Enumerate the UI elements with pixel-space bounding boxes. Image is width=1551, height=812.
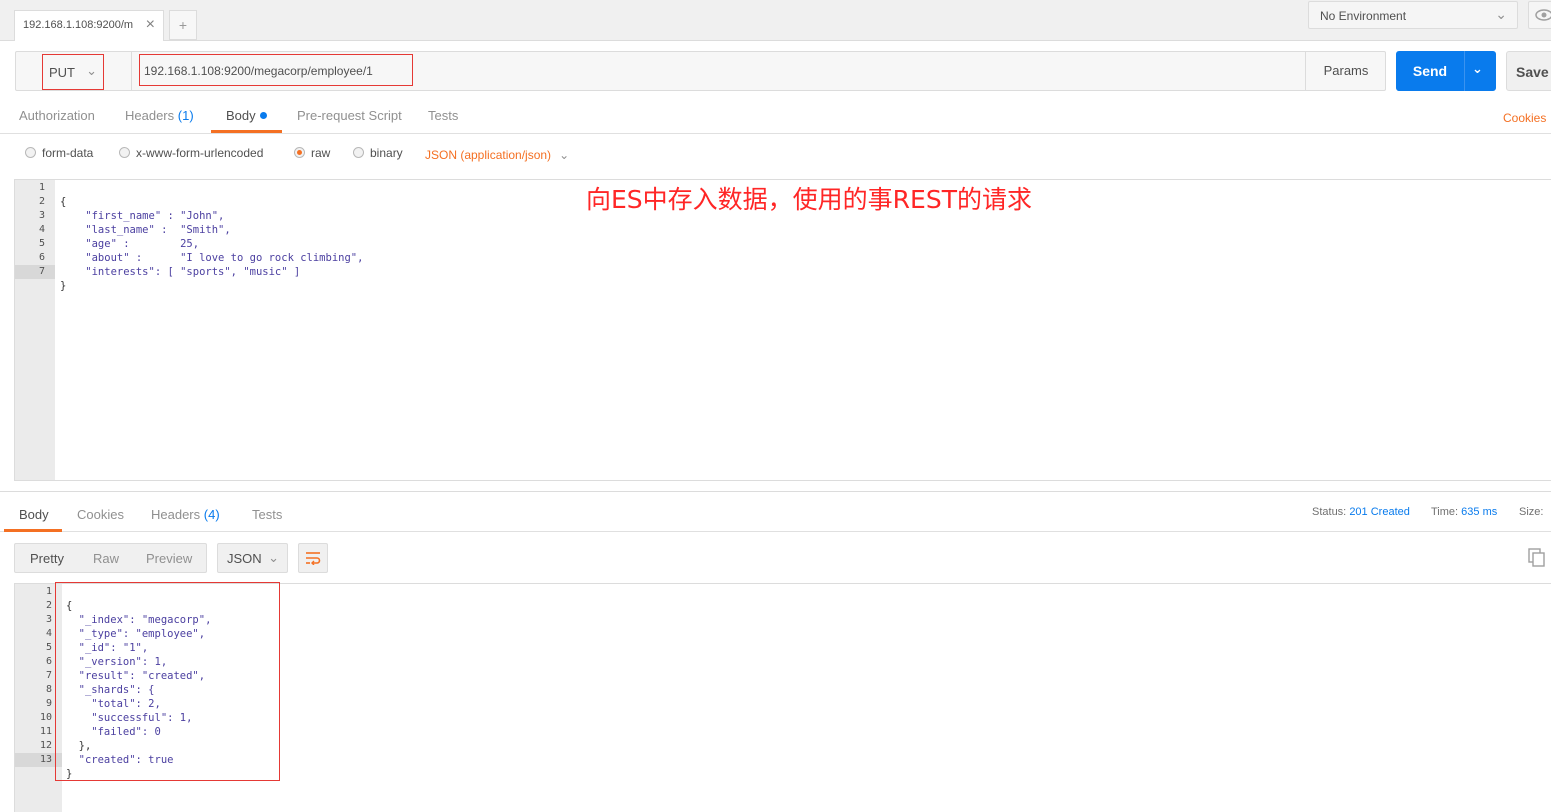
- tab-body-label: Body: [226, 108, 256, 123]
- send-button-label: Send: [1412, 63, 1448, 79]
- eye-icon: [1535, 9, 1551, 21]
- line-number: 4: [38, 224, 45, 235]
- code-line: "interests": [ "sports", "music" ]: [60, 266, 301, 278]
- line-number: 5: [38, 238, 45, 249]
- line-number: 1: [38, 182, 45, 193]
- line-number: 6: [38, 252, 45, 263]
- close-tab-icon[interactable]: ×: [146, 16, 155, 34]
- copy-icon: [1528, 548, 1545, 567]
- active-tab-indicator: [211, 130, 282, 133]
- new-tab-button[interactable]: +: [169, 10, 197, 40]
- line-number: 3: [38, 210, 45, 221]
- response-tabs: Body Cookies Headers (4) Tests Status: 2…: [0, 492, 1551, 532]
- content-type-value: JSON (application/json): [425, 148, 552, 162]
- send-button[interactable]: Send ⌄: [1396, 51, 1496, 91]
- params-button[interactable]: Params: [1305, 52, 1386, 90]
- radio-circle: [119, 147, 130, 158]
- radio-label: x-www-form-urlencoded: [136, 146, 264, 160]
- radio-label: raw: [311, 146, 331, 160]
- response-highlight-box: [55, 582, 280, 781]
- radio-label: binary: [370, 146, 403, 160]
- radio-raw[interactable]: raw: [294, 146, 330, 160]
- environment-quick-look-button[interactable]: [1528, 1, 1551, 29]
- code-line: "about" : "I love to go rock climbing",: [60, 252, 364, 264]
- code-content: { "first_name" : "John", "last_name" : "…: [60, 181, 363, 321]
- tab-headers-count: (1): [177, 108, 194, 123]
- copy-response-button[interactable]: [1528, 548, 1546, 568]
- tab-pre-request-script[interactable]: Pre-request Script: [297, 108, 402, 123]
- response-view-toggle: Pretty Raw Preview: [14, 543, 207, 573]
- divider: [1464, 51, 1465, 91]
- view-preview-button[interactable]: Preview: [146, 551, 192, 566]
- response-format-value: JSON: [227, 551, 262, 566]
- method-select-value: PUT: [49, 65, 75, 80]
- method-select[interactable]: PUT ⌄: [42, 54, 104, 90]
- radio-form-data[interactable]: form-data: [25, 146, 93, 160]
- response-tab-cookies[interactable]: Cookies: [77, 507, 124, 522]
- request-tab[interactable]: 192.168.1.108:9200/m ×: [14, 10, 164, 41]
- line-number-gutter: 1 2 3 4 5 6 7: [15, 180, 55, 480]
- time-label: Time:: [1431, 506, 1459, 518]
- active-tab-indicator: [4, 529, 62, 532]
- code-line: "age" : 25,: [60, 238, 200, 250]
- content-type-select[interactable]: JSON (application/json) ⌄: [425, 148, 569, 162]
- code-line: "last_name" : "Smith",: [60, 224, 231, 236]
- tab-headers-label: Headers: [125, 108, 175, 123]
- tab-tests[interactable]: Tests: [428, 108, 458, 123]
- annotation-text: 向ES中存入数据，使用的事REST的请求: [586, 185, 1032, 214]
- code-line: }: [60, 280, 67, 292]
- response-format-select[interactable]: JSON ⌄: [217, 543, 288, 573]
- time-value: 635 ms: [1461, 506, 1498, 518]
- radio-circle-selected: [294, 147, 305, 158]
- radio-circle: [353, 147, 364, 158]
- status-value: 201 Created: [1349, 506, 1410, 518]
- radio-label: form-data: [42, 146, 94, 160]
- view-raw-button[interactable]: Raw: [93, 551, 119, 566]
- tab-headers[interactable]: Headers (1): [125, 108, 194, 123]
- time-readout: Time: 635 ms: [1431, 506, 1497, 518]
- response-tab-body[interactable]: Body: [19, 507, 49, 522]
- tab-body[interactable]: Body: [226, 108, 267, 123]
- cookies-link[interactable]: Cookies: [1503, 111, 1546, 125]
- modified-dot-icon: [259, 112, 267, 119]
- save-button[interactable]: Save: [1506, 51, 1551, 91]
- tab-bar: 192.168.1.108:9200/m × + No Environment …: [0, 0, 1551, 41]
- body-type-selector: form-data x-www-form-urlencoded raw bina…: [0, 141, 1551, 171]
- code-line: {: [60, 196, 67, 208]
- wrap-lines-button[interactable]: [298, 543, 328, 573]
- view-pretty-button[interactable]: Pretty: [30, 551, 64, 566]
- response-tab-headers-label: Headers: [151, 507, 201, 522]
- environment-select[interactable]: No Environment ⌄: [1308, 1, 1518, 29]
- wrap-icon: [306, 552, 321, 566]
- response-tab-headers[interactable]: Headers (4): [151, 507, 220, 522]
- request-body-editor[interactable]: 1 2 3 4 5 6 7 { "first_name" : "John", "…: [14, 179, 1551, 481]
- chevron-down-icon: ⌄: [86, 63, 97, 78]
- code-line: "first_name" : "John",: [60, 210, 225, 222]
- chevron-down-icon: ⌄: [559, 148, 570, 162]
- chevron-down-icon: ⌄: [1495, 6, 1507, 22]
- line-number: 2: [38, 196, 45, 207]
- response-tab-headers-count: (4): [203, 507, 220, 522]
- environment-select-value: No Environment: [1320, 9, 1407, 23]
- chevron-down-icon: ⌄: [268, 550, 279, 565]
- status-readout: Status: 201 Created: [1312, 506, 1410, 518]
- url-input[interactable]: 192.168.1.108:9200/megacorp/employee/1: [139, 54, 413, 86]
- size-label: Size:: [1519, 506, 1544, 518]
- divider: [131, 52, 132, 90]
- send-options-chevron-icon[interactable]: ⌄: [1472, 61, 1483, 77]
- tab-authorization[interactable]: Authorization: [19, 108, 95, 123]
- size-readout: Size:: [1519, 506, 1543, 518]
- status-label: Status:: [1312, 506, 1347, 518]
- line-number-current: 7: [15, 265, 55, 279]
- radio-circle: [25, 147, 36, 158]
- radio-urlencoded[interactable]: x-www-form-urlencoded: [119, 146, 263, 160]
- response-tab-tests[interactable]: Tests: [252, 507, 282, 522]
- request-tabs: Authorization Headers (1) Body Pre-reque…: [0, 98, 1551, 134]
- request-tab-title: 192.168.1.108:9200/m: [23, 19, 134, 31]
- radio-binary[interactable]: binary: [353, 146, 403, 160]
- request-url-bar: PUT ⌄ 192.168.1.108:9200/megacorp/employ…: [15, 51, 1386, 91]
